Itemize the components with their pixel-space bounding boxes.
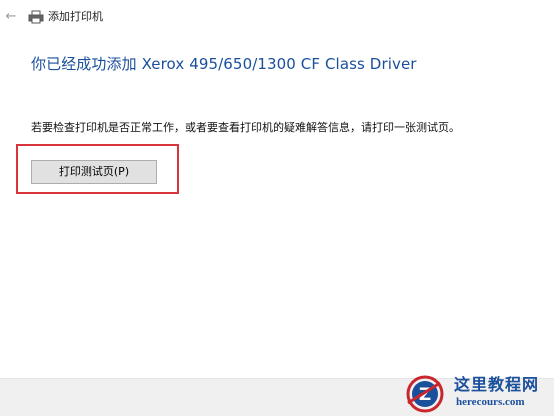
success-heading: 你已经成功添加 Xerox 495/650/1300 CF Class Driv… (31, 55, 417, 73)
title-bar: ← 添加打印机 (0, 0, 554, 34)
printer-icon (28, 10, 44, 24)
print-test-page-button[interactable]: 打印测试页(P) (31, 160, 157, 184)
site-logo-icon: Z (406, 375, 444, 413)
watermark-site-name: 这里教程网 (454, 375, 540, 394)
description-text: 若要检查打印机是否正常工作，或者要查看打印机的疑难解答信息，请打印一张测试页。 (31, 121, 460, 134)
watermark-url: herecours.com (456, 396, 525, 408)
window-title: 添加打印机 (48, 10, 103, 23)
back-arrow-icon[interactable]: ← (4, 10, 18, 24)
watermark: Z 这里教程网 herecours.com (404, 373, 552, 413)
